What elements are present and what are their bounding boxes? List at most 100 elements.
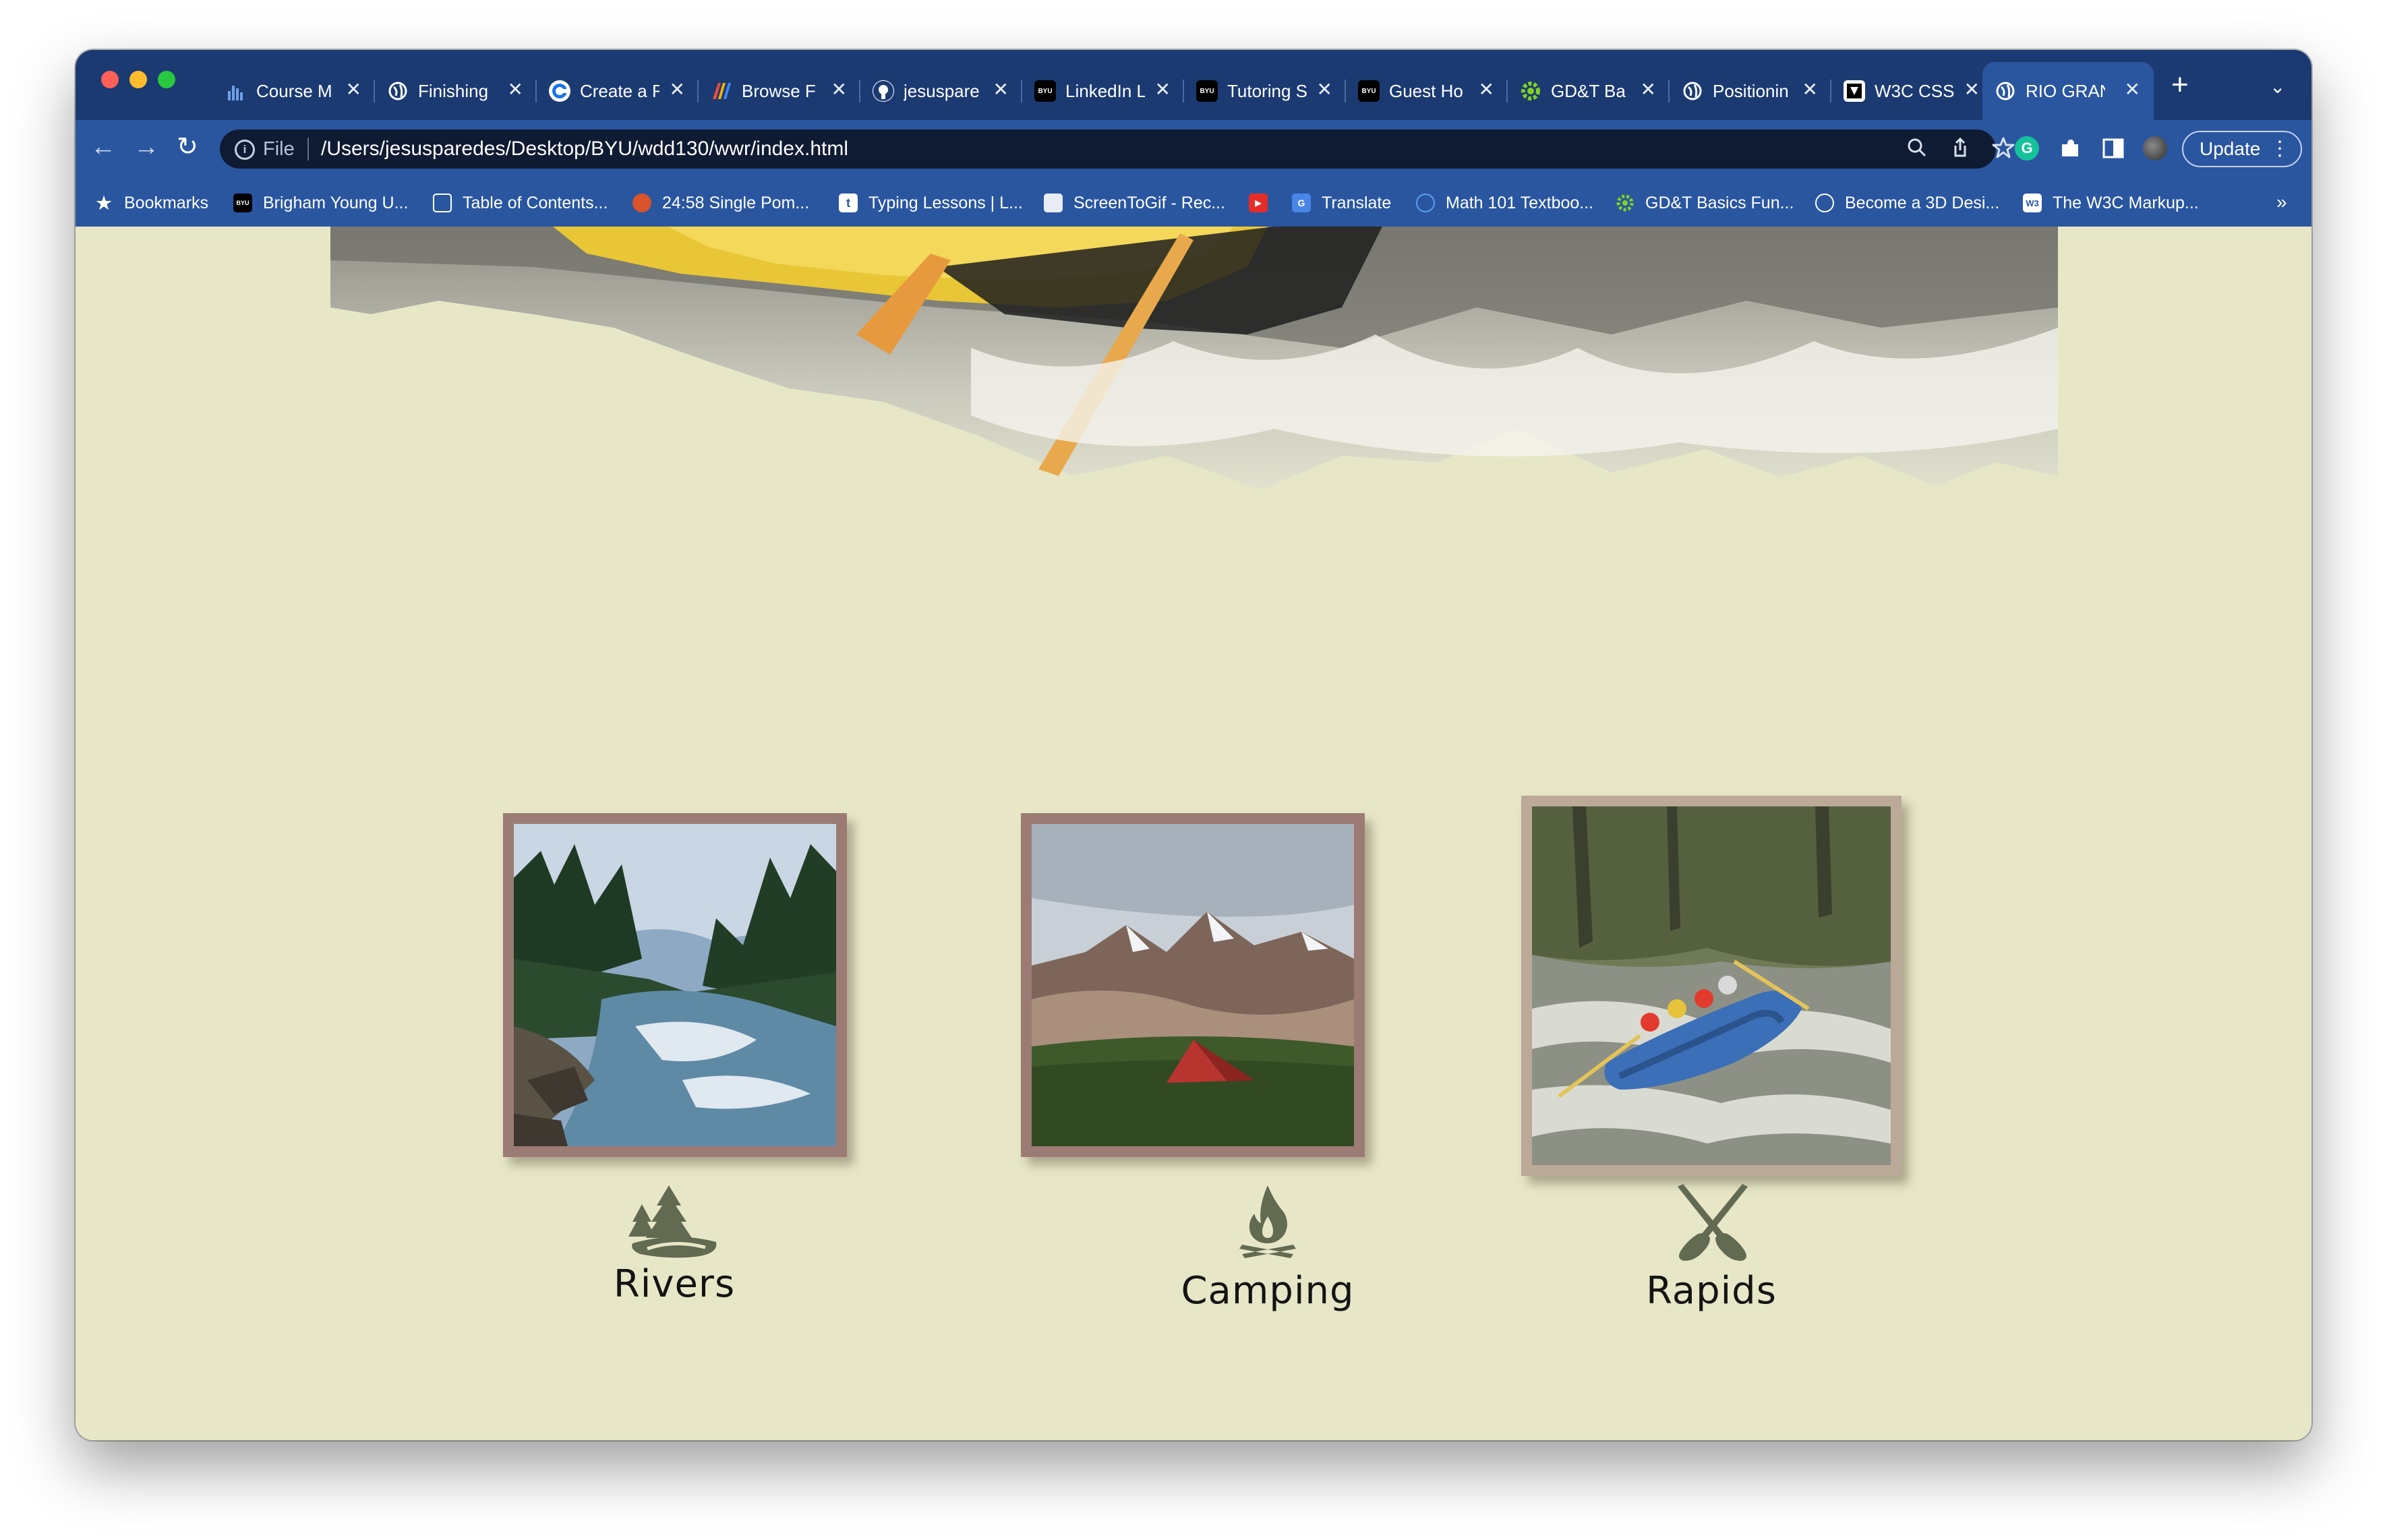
bookmark-label: The W3C Markup... [2053, 193, 2199, 212]
minimize-window-button[interactable] [129, 71, 147, 88]
more-bookmarks-chevron-icon[interactable]: » [2276, 191, 2287, 213]
tab-close-icon[interactable]: ✕ [1317, 80, 1332, 100]
bookmark-label: 24:58 Single Pom... [662, 193, 810, 212]
tab-close-icon[interactable]: ✕ [346, 80, 361, 100]
bookmark-label: Table of Contents... [463, 193, 608, 212]
bookmark-item[interactable]: Math 101 Textboo... [1416, 179, 1593, 227]
crossed-paddles-icon [1671, 1184, 1755, 1262]
tab-w3c-css[interactable]: W3C CSS ✕ [1831, 62, 1993, 120]
tab-rio-grande[interactable]: RIO GRAN ✕ [1982, 62, 2154, 120]
puzzle-extensions-icon[interactable] [2058, 136, 2082, 160]
bookmark-item[interactable]: BYU Brigham Young U... [233, 179, 408, 227]
tab-title: Browse F [742, 80, 816, 101]
tab-title: Tutoring S [1227, 80, 1307, 101]
tab-search-chevron-icon[interactable]: ⌄ [2270, 76, 2285, 98]
tab-tutoring[interactable]: BYU Tutoring S ✕ [1184, 62, 1346, 120]
bookmark-label: Brigham Young U... [263, 193, 409, 212]
bookmark-item[interactable]: W3 The W3C Markup... [2023, 179, 2199, 227]
rafting-photo [1532, 806, 1891, 1165]
new-tab-button[interactable]: + [2171, 70, 2189, 100]
tab-close-icon[interactable]: ✕ [1964, 80, 1980, 100]
reload-icon[interactable]: ↻ [177, 132, 198, 162]
tab-gdt-ba[interactable]: GD&T Ba ✕ [1508, 62, 1670, 120]
tab-close-icon[interactable]: ✕ [508, 80, 523, 100]
screen-icon [1044, 194, 1063, 212]
bookmark-item[interactable]: Table of Contents... [433, 179, 608, 227]
zoom-window-button[interactable] [158, 71, 175, 88]
bookmark-item[interactable]: ▶ [1249, 179, 1278, 227]
tab-title: RIO GRAN [2026, 80, 2105, 101]
browser-window: Course M ✕ Finishing ✕ Create a F ✕ Brow… [76, 50, 2311, 1440]
bookmark-label: ScreenToGif - Rec... [1073, 193, 1226, 212]
bookmark-item[interactable]: 24:58 Single Pom... [632, 179, 809, 227]
forward-arrow-icon[interactable]: → [134, 132, 159, 162]
byu-icon: BYU [1034, 80, 1056, 102]
tab-close-icon[interactable]: ✕ [670, 80, 685, 100]
url-scheme: File [263, 138, 295, 160]
mountain-tent-photo [1032, 824, 1354, 1146]
bookmark-item[interactable]: GD&T Basics Fun... [1616, 179, 1794, 227]
tab-title: Course M [256, 80, 332, 101]
bookmark-star-icon[interactable] [1992, 136, 2015, 165]
tab-browse[interactable]: Browse F ✕ [699, 62, 860, 120]
bookmark-item[interactable]: G Translate [1292, 179, 1391, 227]
address-bar[interactable]: i File /Users/jesusparedes/Desktop/BYU/w… [220, 129, 2015, 169]
tab-close-icon[interactable]: ✕ [2125, 80, 2140, 100]
globe-icon [1995, 80, 2016, 102]
tab-close-icon[interactable]: ✕ [831, 80, 847, 100]
zoom-magnifier-icon[interactable] [1906, 136, 1928, 165]
star-icon: ★ [96, 192, 112, 213]
bookmark-label: Typing Lessons | L... [868, 193, 1023, 212]
tab-title: GD&T Ba [1551, 80, 1626, 101]
github-icon [873, 80, 894, 102]
tab-finishing[interactable]: Finishing ✕ [375, 62, 537, 120]
sidepanel-icon[interactable] [2101, 136, 2125, 160]
tab-title: Positionin [1713, 80, 1789, 101]
tab-close-icon[interactable]: ✕ [1802, 80, 1818, 100]
colorful-logo-icon [711, 80, 732, 102]
rivers-photo-frame [503, 813, 847, 1157]
forest-river-icon [627, 1184, 721, 1258]
grammarly-extension-icon[interactable]: G [2015, 136, 2039, 160]
tab-github[interactable]: jesuspare ✕ [860, 62, 1022, 120]
math-icon [1416, 194, 1435, 212]
back-arrow-icon[interactable]: ← [90, 132, 116, 162]
tab-course-m[interactable]: Course M ✕ [213, 62, 375, 120]
info-icon[interactable]: i [235, 140, 255, 160]
rapids-photo-frame [1521, 796, 1902, 1176]
bookmark-item[interactable]: Become a 3D Desi... [1815, 179, 1999, 227]
tab-close-icon[interactable]: ✕ [1155, 80, 1171, 100]
tab-positioning[interactable]: Positionin ✕ [1670, 62, 1831, 120]
bookmarks-bar: ★ Bookmarks BYU Brigham Young U... Table… [76, 179, 2311, 228]
avatar[interactable] [2143, 136, 2167, 160]
gear-green-icon [1616, 194, 1634, 212]
tab-close-icon[interactable]: ✕ [1641, 80, 1656, 100]
update-button[interactable]: Update ⋮ [2182, 131, 2302, 167]
bookmark-item[interactable]: t Typing Lessons | L... [839, 179, 1023, 227]
tab-guest-ho[interactable]: BYU Guest Ho ✕ [1346, 62, 1508, 120]
gear-green-icon [1520, 80, 1541, 102]
camping-label: Camping [1181, 1269, 1355, 1313]
bookmark-label: Become a 3D Desi... [1845, 193, 2000, 212]
w3c-icon: W3 [2023, 194, 2042, 212]
bookmark-item[interactable]: ★ Bookmarks [94, 179, 208, 227]
tab-close-icon[interactable]: ✕ [993, 80, 1009, 100]
globe-icon [1815, 194, 1834, 212]
bookmark-item[interactable]: ScreenToGif - Rec... [1044, 179, 1225, 227]
tab-title: W3C CSS [1875, 80, 1954, 101]
update-label: Update [2200, 138, 2261, 159]
tab-create-a[interactable]: Create a F ✕ [537, 62, 699, 120]
toolbar: ← → ↻ i File /Users/jesusparedes/Desktop… [76, 120, 2311, 179]
tab-close-icon[interactable]: ✕ [1479, 80, 1494, 100]
chrome-c-icon [549, 80, 570, 102]
tab-title: Finishing [418, 80, 489, 101]
tab-title: Guest Ho [1389, 80, 1463, 101]
tab-linkedin[interactable]: BYU LinkedIn L ✕ [1022, 62, 1184, 120]
url-text[interactable]: /Users/jesusparedes/Desktop/BYU/wdd130/w… [321, 138, 848, 160]
bookmark-label: Bookmarks [124, 193, 209, 212]
typing-icon: t [839, 194, 858, 212]
close-window-button[interactable] [101, 71, 119, 88]
tab-title: Create a F [580, 80, 659, 101]
share-icon[interactable] [1949, 136, 1972, 165]
hero-rafting-image [330, 227, 2058, 490]
